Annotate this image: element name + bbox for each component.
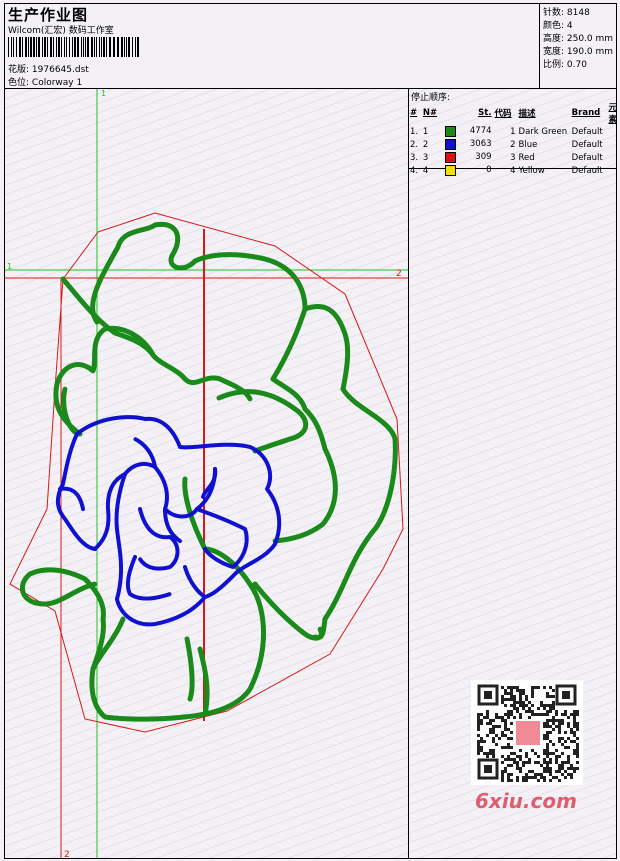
- studio-name: Wilcom(汇宏) 数码工作室: [8, 26, 114, 36]
- colorway-line: 色位: Colorway 1: [8, 75, 82, 88]
- row-stitches: 0: [445, 164, 494, 177]
- color-row: 4. 4 0 4 Yellow Default: [410, 164, 620, 177]
- header-stats-divider: [539, 3, 540, 89]
- col-description: 描述: [518, 109, 536, 119]
- green-v-label: 1: [101, 89, 106, 98]
- stitch-count: 0: [486, 165, 492, 175]
- file-line: 花版: 1976645.dst: [8, 62, 89, 75]
- row-code: 3: [510, 152, 516, 163]
- row-description: Dark Green: [518, 126, 568, 137]
- row-element: [608, 138, 620, 151]
- stat-scale: 比例: 0.70: [543, 60, 587, 70]
- row-n: 1: [422, 126, 429, 137]
- red-v-label: 2: [64, 850, 70, 858]
- row-stitches: 4774: [445, 125, 494, 138]
- row-index: 2.: [410, 139, 419, 150]
- row-code: 2: [510, 139, 516, 150]
- row-description: Yellow: [518, 165, 545, 176]
- barcode-image: [8, 37, 139, 57]
- qr-center-logo: [514, 719, 542, 747]
- row-brand: Default: [571, 126, 603, 137]
- color-row: 3. 3 309 3 Red Default: [410, 151, 620, 164]
- stat-colors: 颜色: 4: [543, 21, 573, 31]
- stat-stitches: 针数: 8148: [543, 8, 590, 18]
- stitch-count: 3063: [469, 139, 492, 149]
- design-panel-divider: [408, 88, 409, 859]
- col-index: #: [410, 108, 418, 118]
- color-row: 1. 1 4774 1 Dark Green Default: [410, 125, 620, 138]
- watermark-text: 6xiu.com: [475, 789, 577, 813]
- col-stitches: St.: [478, 108, 492, 118]
- red-h-label: 2: [396, 269, 402, 279]
- blue-petal-outlines: [56, 415, 282, 627]
- file-name: 1976645.dst: [31, 65, 89, 75]
- row-index: 4.: [410, 165, 419, 176]
- row-description: Red: [518, 152, 535, 163]
- color-row: 2. 2 3063 2 Blue Default: [410, 138, 620, 151]
- color-table-header: # N# St. 代码 描述 Brand 元素: [410, 101, 620, 125]
- row-n: 2: [422, 139, 429, 150]
- color-swatch: [445, 165, 457, 176]
- colorway-label: 色位:: [8, 78, 30, 88]
- row-stitches: 3063: [445, 138, 494, 151]
- color-swatch: [445, 126, 457, 137]
- stitch-count: 309: [475, 152, 492, 162]
- row-element: [608, 164, 620, 177]
- stat-width: 宽度: 190.0 mm: [543, 47, 614, 57]
- green-h-label: 1: [7, 262, 12, 271]
- row-element: [608, 151, 620, 164]
- row-code: 1: [510, 126, 516, 137]
- color-swatch: [445, 139, 457, 150]
- design-canvas: 1 1 2 2: [5, 89, 408, 858]
- colorway-name: Colorway 1: [31, 78, 83, 88]
- stat-height: 高度: 250.0 mm: [543, 34, 614, 44]
- stitch-count: 4774: [469, 126, 492, 136]
- color-swatch: [445, 152, 457, 163]
- row-stitches: 309: [445, 151, 494, 164]
- row-n: 3: [422, 152, 429, 163]
- row-brand: Default: [571, 139, 603, 150]
- row-brand: Default: [571, 165, 603, 176]
- document-title: 生产作业图: [8, 6, 89, 24]
- row-description: Blue: [518, 139, 538, 150]
- row-index: 1.: [410, 126, 419, 137]
- col-n: N#: [422, 108, 438, 118]
- row-element: [608, 125, 620, 138]
- qr-code-image: [471, 680, 583, 785]
- color-table: # N# St. 代码 描述 Brand 元素 1. 1 4774 1 Dark Gre…: [410, 101, 620, 177]
- col-brand: Brand: [571, 108, 601, 118]
- row-index: 3.: [410, 152, 419, 163]
- col-code: 代码: [494, 109, 512, 119]
- col-element: 元素: [608, 103, 617, 125]
- row-brand: Default: [571, 152, 603, 163]
- file-label: 花版:: [8, 65, 30, 75]
- row-code: 4: [510, 165, 516, 176]
- row-n: 4: [422, 165, 429, 176]
- boundary-outline: [9, 212, 404, 733]
- green-petal-outlines: [19, 221, 398, 722]
